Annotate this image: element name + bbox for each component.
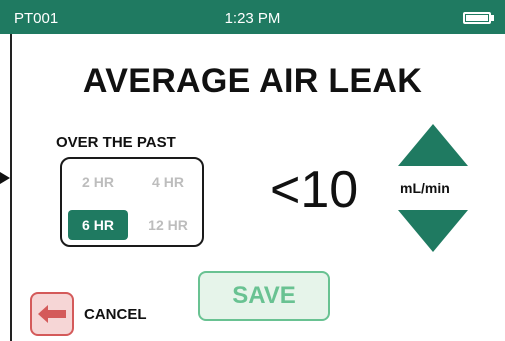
air-leak-value: <10 [270, 161, 359, 219]
device-screen: PT001 1:23 PM AVERAGE AIR LEAK OVER THE … [0, 0, 505, 341]
battery-level [466, 15, 488, 21]
range-option-6hr[interactable]: 6 HR [68, 210, 128, 240]
battery-icon [463, 12, 491, 24]
range-option-4hr[interactable]: 4 HR [138, 167, 198, 197]
arrow-left-icon[interactable] [30, 292, 74, 336]
value-unit: mL/min [400, 180, 450, 196]
triangle-down-icon[interactable] [398, 210, 468, 252]
page-title: AVERAGE AIR LEAK [82, 62, 423, 100]
save-button[interactable]: SAVE [198, 271, 330, 321]
status-bar: PT001 1:23 PM [0, 0, 505, 34]
clock: 1:23 PM [224, 10, 281, 27]
triangle-up-icon[interactable] [398, 124, 468, 166]
cancel-button[interactable]: CANCEL [30, 292, 170, 336]
range-option-12hr[interactable]: 12 HR [138, 210, 198, 240]
side-pointer-icon [0, 172, 10, 184]
range-selector: 2 HR 4 HR 6 HR 12 HR [60, 157, 204, 247]
range-label: OVER THE PAST [56, 134, 176, 151]
cancel-label: CANCEL [84, 306, 147, 323]
range-option-2hr[interactable]: 2 HR [68, 167, 128, 197]
battery-tip [491, 15, 494, 21]
